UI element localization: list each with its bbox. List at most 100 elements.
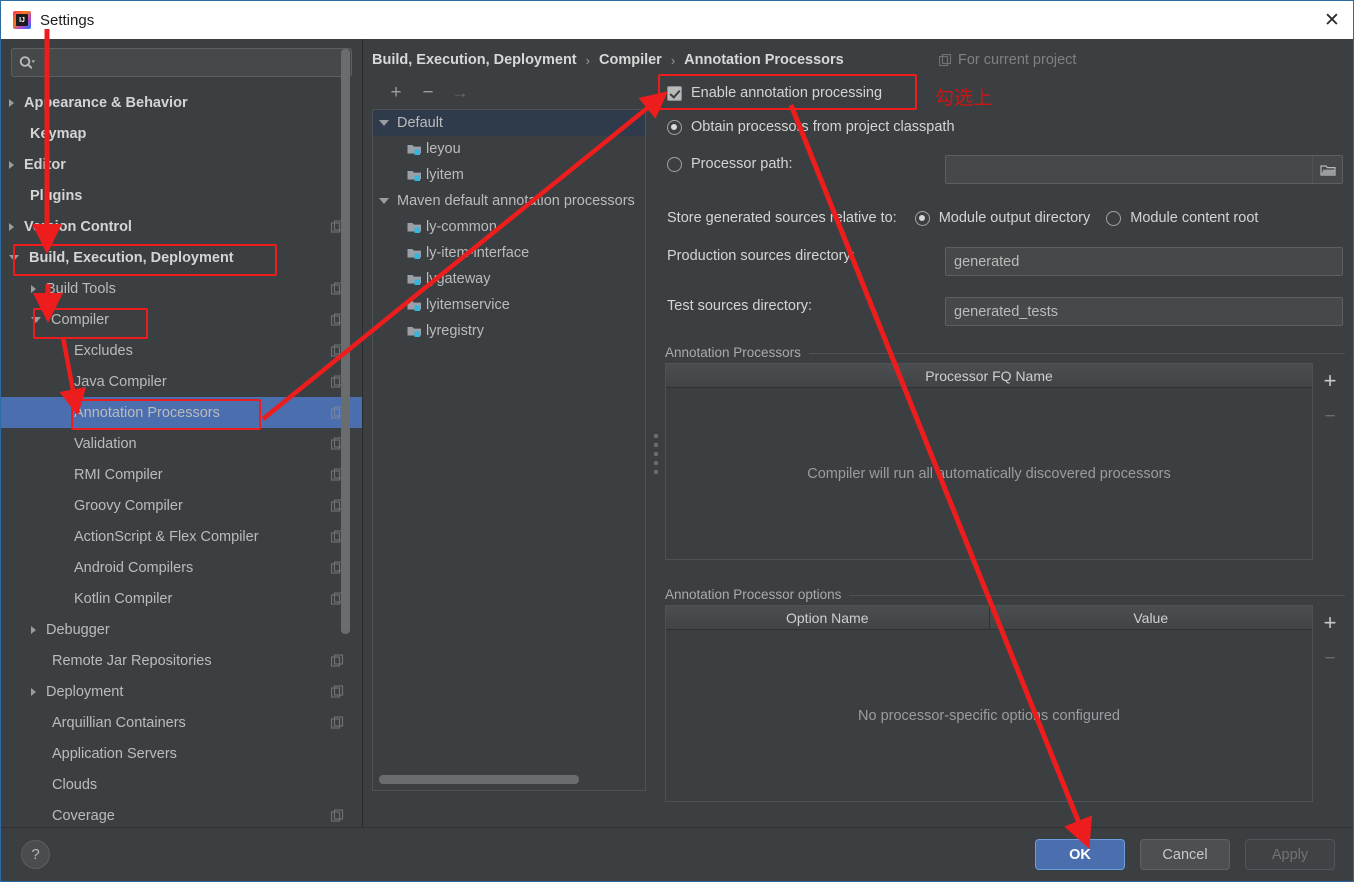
for-current-project-label: For current project: [939, 49, 1076, 71]
sidebar-item-excludes[interactable]: Excludes: [1, 335, 362, 366]
sidebar-item-coverage[interactable]: Coverage: [1, 800, 362, 827]
checkbox-icon[interactable]: [667, 85, 682, 101]
sidebar-item-label: Debugger: [46, 621, 110, 638]
chevron-right-icon[interactable]: [9, 160, 14, 169]
chevron-right-icon[interactable]: [31, 284, 36, 293]
column-header-value[interactable]: Value: [988, 606, 1313, 629]
radio-obtain-from-classpath[interactable]: Obtain processors from project classpath: [667, 119, 955, 135]
breadcrumb-part-2[interactable]: Annotation Processors: [684, 52, 844, 68]
processor-path-input[interactable]: [945, 155, 1343, 184]
sidebar-item-plugins[interactable]: Plugins: [1, 180, 362, 211]
production-sources-label: Production sources directory:: [667, 248, 855, 264]
sidebar-item-clouds[interactable]: Clouds: [1, 769, 362, 800]
add-processor-button[interactable]: +: [1315, 363, 1345, 399]
add-option-button[interactable]: +: [1315, 605, 1345, 641]
radio-module-content-root[interactable]: Module content root: [1106, 210, 1258, 226]
help-button[interactable]: ?: [21, 840, 50, 869]
radio-icon[interactable]: [1106, 210, 1122, 226]
annotation-processors-form: Enable annotation processing Obtain proc…: [659, 77, 1345, 810]
sidebar-scrollbar-track[interactable]: [341, 39, 356, 779]
column-header-option-name[interactable]: Option Name: [666, 606, 989, 629]
sidebar-item-actionscript-flex-compiler[interactable]: ActionScript & Flex Compiler: [1, 521, 362, 552]
radio-module-output-directory[interactable]: Module output directory: [914, 210, 1090, 226]
module-label: lyitem: [426, 167, 464, 183]
sidebar-item-remote-jar-repositories[interactable]: Remote Jar Repositories: [1, 645, 362, 676]
module-row[interactable]: ly-item-interface: [373, 240, 645, 266]
cancel-button[interactable]: Cancel: [1140, 839, 1230, 870]
radio-processor-path[interactable]: Processor path:: [667, 156, 793, 172]
module-row[interactable]: leyou: [373, 136, 645, 162]
sidebar-item-annotation-processors[interactable]: Annotation Processors: [1, 397, 362, 428]
search-field[interactable]: [11, 48, 352, 77]
sidebar-item-kotlin-compiler[interactable]: Kotlin Compiler: [1, 583, 362, 614]
profiles-hscrollbar-thumb[interactable]: [379, 775, 579, 784]
profile-row[interactable]: Maven default annotation processors: [373, 188, 645, 214]
apply-button[interactable]: Apply: [1245, 839, 1335, 870]
remove-option-button[interactable]: −: [1315, 641, 1345, 677]
chevron-down-icon[interactable]: [379, 198, 389, 204]
chevron-right-icon[interactable]: [9, 98, 14, 107]
radio-obtain-from-classpath-label: Obtain processors from project classpath: [691, 119, 955, 135]
remove-processor-button[interactable]: −: [1315, 399, 1345, 435]
chevron-right-icon[interactable]: [31, 625, 36, 634]
chevron-down-icon[interactable]: [379, 120, 389, 126]
sidebar-item-java-compiler[interactable]: Java Compiler: [1, 366, 362, 397]
settings-tree[interactable]: Appearance & Behavior Keymap Editor Plugins…: [1, 87, 362, 827]
close-icon[interactable]: ✕: [1309, 1, 1353, 39]
sidebar-item-debugger[interactable]: Debugger: [1, 614, 362, 645]
sidebar-item-version-control[interactable]: Version Control: [1, 211, 362, 242]
radio-icon[interactable]: [667, 119, 682, 135]
module-row[interactable]: lyitem: [373, 162, 645, 188]
sidebar-item-application-servers[interactable]: Application Servers: [1, 738, 362, 769]
search-input[interactable]: [40, 50, 351, 75]
module-row[interactable]: lygateway: [373, 266, 645, 292]
profiles-panel: + − → Default leyou lyitem Maven default an…: [372, 77, 646, 810]
sidebar-item-arquillian-containers[interactable]: Arquillian Containers: [1, 707, 362, 738]
sidebar-item-validation[interactable]: Validation: [1, 428, 362, 459]
processors-table[interactable]: Processor FQ Name Compiler will run all …: [665, 363, 1313, 560]
dialog-body: Appearance & Behavior Keymap Editor Plugins…: [1, 39, 1353, 827]
add-profile-button[interactable]: +: [382, 80, 410, 106]
remove-profile-button[interactable]: −: [414, 80, 442, 106]
sidebar-scrollbar-thumb[interactable]: [341, 49, 350, 634]
radio-icon[interactable]: [667, 156, 682, 172]
radio-icon[interactable]: [914, 210, 930, 226]
processors-table-buttons: + −: [1315, 363, 1345, 435]
module-folder-icon: [407, 143, 422, 156]
sidebar-item-keymap[interactable]: Keymap: [1, 118, 362, 149]
profile-row[interactable]: Default: [373, 110, 645, 136]
profiles-list[interactable]: Default leyou lyitem Maven default annotati…: [372, 109, 646, 791]
sidebar-item-appearance-behavior[interactable]: Appearance & Behavior: [1, 87, 362, 118]
project-scope-icon: [939, 53, 952, 67]
breadcrumb-part-0[interactable]: Build, Execution, Deployment: [372, 52, 577, 68]
module-row[interactable]: lyregistry: [373, 318, 645, 344]
chevron-down-icon[interactable]: [9, 254, 19, 261]
chevron-right-icon[interactable]: [9, 222, 14, 231]
sidebar-item-deployment[interactable]: Deployment: [1, 676, 362, 707]
sidebar-item-groovy-compiler[interactable]: Groovy Compiler: [1, 490, 362, 521]
sidebar-item-label: Deployment: [46, 683, 124, 700]
module-row[interactable]: lyitemservice: [373, 292, 645, 318]
sidebar-item-rmi-compiler[interactable]: RMI Compiler: [1, 459, 362, 490]
sidebar-item-build-execution-deployment[interactable]: Build, Execution, Deployment: [1, 242, 362, 273]
sidebar-item-label: Keymap: [30, 125, 87, 142]
enable-annotation-processing-checkbox[interactable]: Enable annotation processing: [667, 85, 882, 101]
production-sources-input[interactable]: generated: [945, 247, 1343, 276]
sidebar-item-editor[interactable]: Editor: [1, 149, 362, 180]
sidebar-item-android-compilers[interactable]: Android Compilers: [1, 552, 362, 583]
sidebar-item-label: RMI Compiler: [74, 466, 163, 483]
module-row[interactable]: ly-common: [373, 214, 645, 240]
folder-icon[interactable]: [1312, 156, 1342, 183]
sidebar-item-build-tools[interactable]: Build Tools: [1, 273, 362, 304]
test-sources-input[interactable]: generated_tests: [945, 297, 1343, 326]
chevron-down-icon[interactable]: [31, 316, 41, 323]
ok-button[interactable]: OK: [1035, 839, 1125, 870]
chevron-right-icon[interactable]: [31, 687, 36, 696]
sidebar-item-compiler[interactable]: Compiler: [1, 304, 362, 335]
for-current-project-text: For current project: [958, 52, 1077, 68]
move-to-profile-button[interactable]: →: [446, 80, 474, 106]
column-header-processor-fq-name[interactable]: Processor FQ Name: [666, 364, 1312, 387]
intellij-idea-icon: [13, 11, 31, 29]
sidebar-item-label: Appearance & Behavior: [24, 94, 188, 111]
options-table[interactable]: Option Name Value No processor-specific …: [665, 605, 1313, 802]
